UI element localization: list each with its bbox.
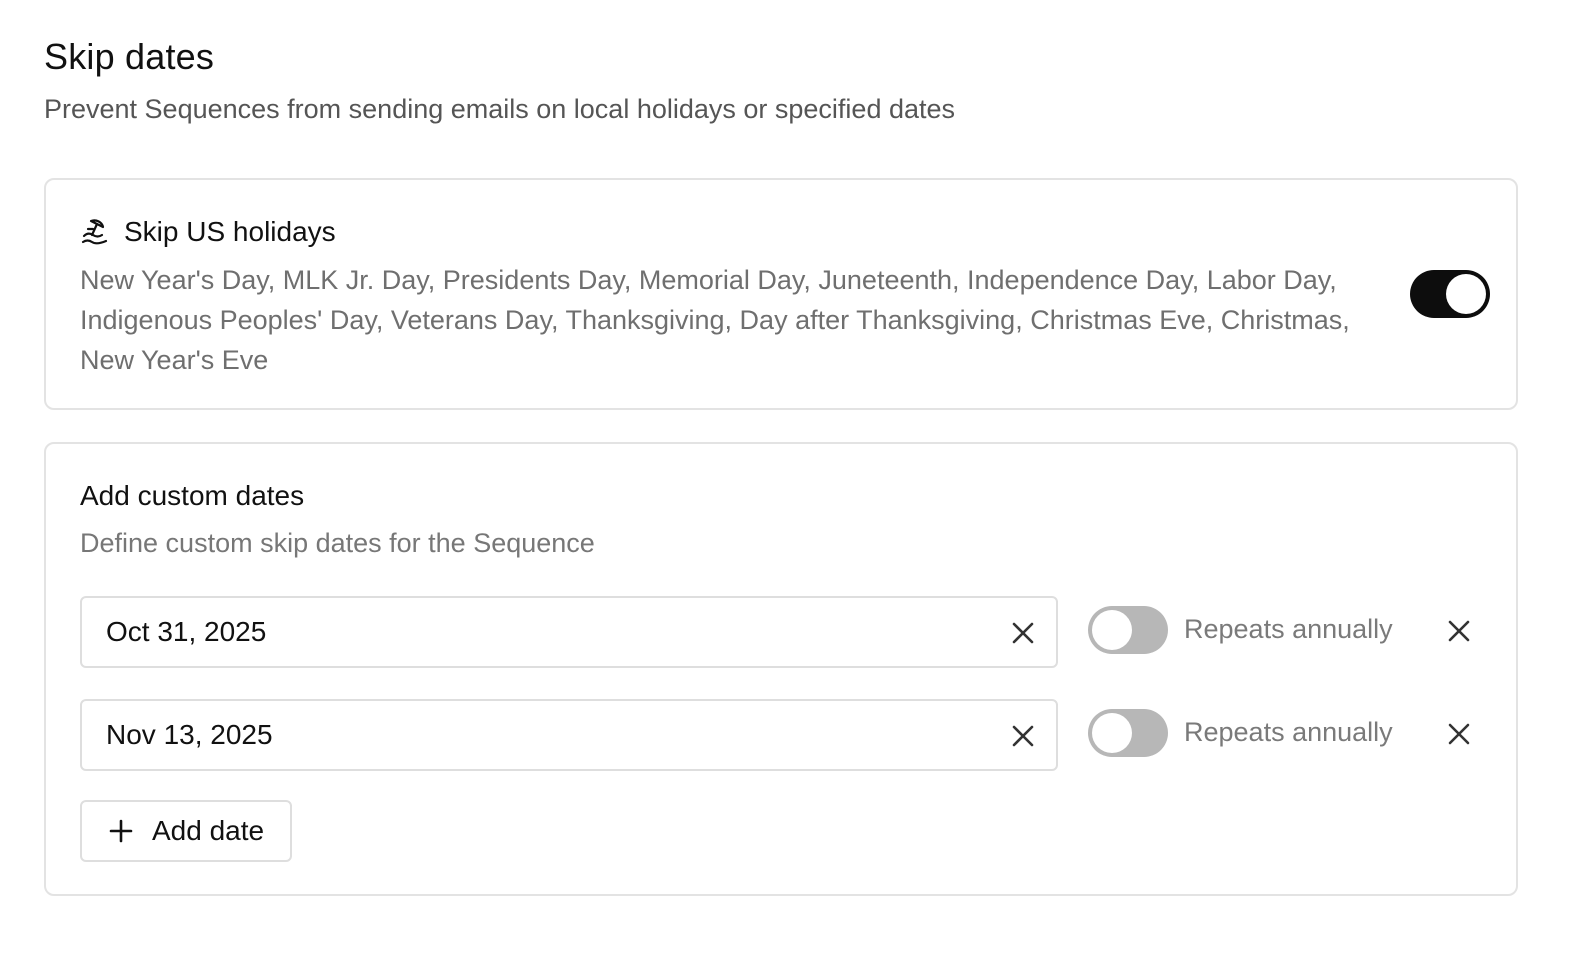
toggle-knob	[1092, 713, 1132, 753]
clear-date-icon[interactable]	[1010, 723, 1036, 749]
custom-date-row: Nov 13, 2025 Repeats annually	[80, 699, 1490, 771]
custom-dates-title: Add custom dates	[80, 480, 305, 511]
us-holidays-card: Skip US holidays New Year's Day, MLK Jr.…	[44, 178, 1518, 410]
page-title: Skip dates	[44, 36, 215, 77]
add-date-label: Add date	[152, 815, 265, 846]
date-value: Nov 13, 2025	[106, 719, 273, 750]
toggle-knob	[1092, 610, 1132, 650]
date-input[interactable]: Oct 31, 2025	[80, 596, 1058, 668]
page-subtitle: Prevent Sequences from sending emails on…	[44, 94, 956, 124]
remove-date-icon[interactable]	[1446, 721, 1472, 747]
custom-dates-subtitle: Define custom skip dates for the Sequenc…	[80, 528, 595, 558]
repeats-annually-toggle[interactable]	[1088, 606, 1168, 654]
beach-umbrella-icon	[80, 217, 110, 247]
skip-us-holidays-toggle[interactable]	[1410, 270, 1490, 318]
us-holidays-title: Skip US holidays	[124, 216, 336, 247]
us-holidays-header: Skip US holidays	[80, 216, 336, 248]
repeats-annually-toggle[interactable]	[1088, 709, 1168, 757]
add-date-button[interactable]: Add date	[80, 800, 292, 862]
custom-dates-card: Add custom dates Define custom skip date…	[44, 442, 1518, 896]
date-value: Oct 31, 2025	[106, 616, 267, 647]
repeats-annually-label: Repeats annually	[1184, 614, 1393, 644]
toggle-knob	[1446, 274, 1486, 314]
us-holidays-list: New Year's Day, MLK Jr. Day, Presidents …	[80, 265, 1350, 375]
repeats-annually-label: Repeats annually	[1184, 717, 1393, 747]
clear-date-icon[interactable]	[1010, 620, 1036, 646]
skip-dates-page: Skip dates Prevent Sequences from sendin…	[0, 0, 1588, 972]
remove-date-icon[interactable]	[1446, 618, 1472, 644]
custom-date-row: Oct 31, 2025 Repeats annually	[80, 596, 1490, 668]
plus-icon	[109, 819, 133, 843]
date-input[interactable]: Nov 13, 2025	[80, 699, 1058, 771]
